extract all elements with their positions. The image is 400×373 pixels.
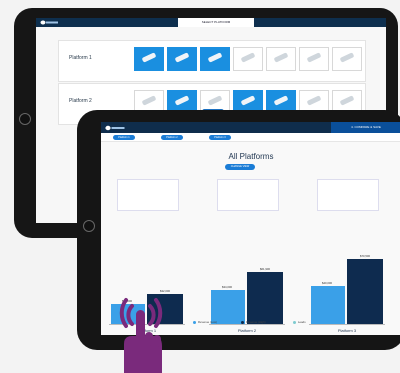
bar-revenue-low bbox=[311, 286, 345, 324]
legend-leads: Leads bbox=[293, 320, 306, 324]
baseline bbox=[209, 324, 285, 325]
legend-label: Revenue (Low) bbox=[198, 320, 217, 324]
legend-swatch bbox=[293, 320, 296, 324]
legend-revenue-low: Revenue (Low) bbox=[193, 320, 217, 324]
device-thumb[interactable] bbox=[134, 47, 164, 71]
platform-row-1: Platform 1 bbox=[58, 40, 366, 82]
front-home-button bbox=[83, 220, 95, 232]
bar-label-high: $61,900 bbox=[259, 267, 271, 271]
platform-pill-3[interactable]: Platform 3 bbox=[209, 135, 231, 140]
platform-name: Platform 3 bbox=[337, 328, 357, 333]
device-thumb[interactable] bbox=[299, 47, 329, 71]
device-thumb[interactable] bbox=[266, 47, 296, 71]
bar-label-low: $34,000 bbox=[221, 285, 233, 289]
back-top-bar: SELECT PLATFORM bbox=[36, 18, 386, 27]
page-title: All Platforms bbox=[228, 152, 274, 161]
baseline bbox=[309, 324, 385, 325]
summary-box bbox=[217, 179, 279, 211]
device-thumb[interactable] bbox=[233, 47, 263, 71]
legend-label: Leads bbox=[298, 320, 306, 324]
bar-label-high: $70,500 bbox=[359, 254, 371, 258]
device-thumb[interactable] bbox=[332, 47, 362, 71]
legend-swatch bbox=[241, 320, 244, 324]
back-tab-2[interactable]: SELECT PLATFORM bbox=[178, 18, 254, 27]
bar-revenue-high bbox=[347, 259, 383, 324]
logo-icon bbox=[40, 20, 58, 25]
platform-name: Platform 2 bbox=[237, 328, 257, 333]
summary-box bbox=[117, 179, 179, 211]
front-tab-1[interactable] bbox=[141, 122, 211, 133]
platform-card-3: $40,000 $70,500 Platform 3 bbox=[309, 179, 385, 333]
tap-hand-icon bbox=[119, 298, 163, 373]
legend-swatch bbox=[193, 320, 196, 324]
platform-1-label: Platform 1 bbox=[69, 55, 92, 61]
bar-label-low: $40,000 bbox=[321, 281, 333, 285]
device-thumb[interactable] bbox=[167, 47, 197, 71]
platform-pill-1[interactable]: Platform 1 bbox=[113, 135, 135, 140]
logo-icon bbox=[105, 125, 125, 131]
platform-card-2: $34,000 $61,900 Platform 2 bbox=[209, 179, 285, 333]
platform-pill-bar: Platform 1 Platform 2 Platform 3 bbox=[101, 133, 400, 142]
legend-label: Revenue (High) bbox=[246, 320, 266, 324]
front-tab-3[interactable] bbox=[281, 122, 331, 133]
back-tab-4[interactable] bbox=[324, 18, 386, 27]
back-tab-1[interactable] bbox=[98, 18, 178, 27]
platform-pill-2[interactable]: Platform 2 bbox=[161, 135, 183, 140]
legend-revenue-high: Revenue (High) bbox=[241, 320, 266, 324]
change-view-button[interactable]: CHANGE VIEW bbox=[225, 164, 255, 170]
front-top-bar: 4. COMPARE & SAVE bbox=[101, 122, 400, 133]
summary-box bbox=[317, 179, 379, 211]
bar-revenue-low bbox=[211, 290, 245, 324]
back-tab-3[interactable] bbox=[254, 18, 324, 27]
back-home-button bbox=[19, 113, 31, 125]
device-thumb[interactable] bbox=[200, 47, 230, 71]
front-tab-2[interactable] bbox=[211, 122, 281, 133]
platform-2-label: Platform 2 bbox=[69, 98, 92, 104]
tab-compare-save[interactable]: 4. COMPARE & SAVE bbox=[331, 122, 400, 133]
bar-revenue-high bbox=[247, 272, 283, 324]
platform-card-1: $14,000 $32,000 Platform 1 bbox=[109, 179, 185, 333]
